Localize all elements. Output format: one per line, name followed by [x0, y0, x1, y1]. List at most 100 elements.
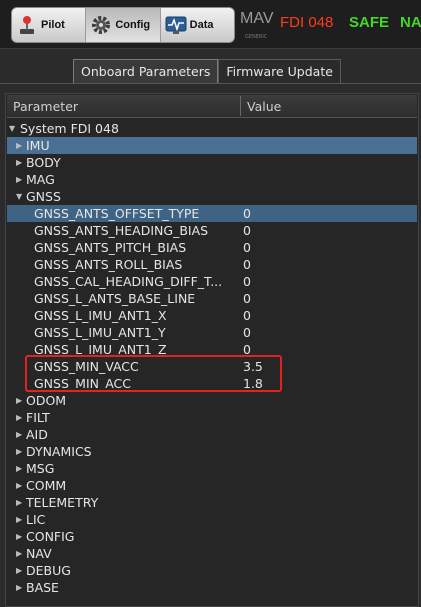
- collapsed-arrow-icon[interactable]: ▶: [16, 426, 22, 443]
- parameter-value[interactable]: 0: [243, 205, 251, 222]
- parameter-name: GNSS_CAL_HEADING_DIFF_T...: [34, 274, 223, 289]
- tree-root-node[interactable]: ▼ System FDI 048: [7, 120, 417, 137]
- tree-group-node[interactable]: ▶ TELEMETRY: [7, 494, 417, 511]
- value-column-header[interactable]: Value: [247, 99, 281, 114]
- parameter-value[interactable]: 0: [243, 307, 251, 324]
- gear-icon: [90, 14, 112, 36]
- expand-arrow-icon[interactable]: ▼: [9, 120, 15, 137]
- tree-group-node[interactable]: ▶ ODOM: [7, 392, 417, 409]
- tab-config-label: Config: [115, 19, 151, 31]
- parameter-row[interactable]: GNSS_ANTS_ROLL_BIAS 0: [7, 256, 417, 273]
- group-label: DEBUG: [26, 563, 71, 578]
- tree-group-node[interactable]: ▼ GNSS: [7, 188, 417, 205]
- parameter-value[interactable]: 0: [243, 324, 251, 341]
- top-toolbar: Pilot Config Data MAV GENERIC FDI 048 SA…: [0, 0, 421, 49]
- parameter-name: GNSS_ANTS_PITCH_BIAS: [34, 240, 187, 255]
- tree-group-node[interactable]: ▶ NAV: [7, 545, 417, 562]
- group-label: AID: [26, 427, 48, 442]
- nav-status: NA: [400, 14, 421, 31]
- tab-pilot[interactable]: Pilot: [12, 8, 87, 42]
- parameter-value[interactable]: 0: [243, 290, 251, 307]
- tree-group-node[interactable]: ▶ BODY: [7, 154, 417, 171]
- group-label: GNSS: [26, 189, 61, 204]
- sub-tab-bar: Onboard Parameters Firmware Update: [73, 59, 341, 83]
- parameter-row[interactable]: GNSS_CAL_HEADING_DIFF_T... 0: [7, 273, 417, 290]
- collapsed-arrow-icon[interactable]: ▶: [16, 477, 22, 494]
- parameter-value[interactable]: 0: [243, 222, 251, 239]
- parameter-value[interactable]: 0: [243, 239, 251, 256]
- group-label: DYNAMICS: [26, 444, 92, 459]
- collapsed-arrow-icon[interactable]: ▶: [16, 460, 22, 477]
- monitor-graph-icon: [165, 14, 187, 36]
- group-label: NAV: [26, 546, 52, 561]
- group-label: BODY: [26, 155, 61, 170]
- tree-group-node[interactable]: ▶ MAG: [7, 171, 417, 188]
- mode-tab-group: Pilot Config Data: [11, 7, 235, 43]
- parameter-row[interactable]: GNSS_ANTS_HEADING_BIAS 0: [7, 222, 417, 239]
- collapsed-arrow-icon[interactable]: ▶: [16, 545, 22, 562]
- tree-group-node[interactable]: ▶ FILT: [7, 409, 417, 426]
- collapsed-arrow-icon[interactable]: ▶: [16, 137, 22, 154]
- group-label: IMU: [26, 138, 50, 153]
- parameter-row[interactable]: GNSS_L_ANTS_BASE_LINE 0: [7, 290, 417, 307]
- expand-arrow-icon[interactable]: ▼: [16, 188, 22, 205]
- collapsed-arrow-icon[interactable]: ▶: [16, 528, 22, 545]
- tree-group-node[interactable]: ▶ DYNAMICS: [7, 443, 417, 460]
- group-label: MAG: [26, 172, 55, 187]
- parameter-name: GNSS_ANTS_HEADING_BIAS: [34, 223, 209, 238]
- tree-group-node[interactable]: ▶ MSG: [7, 460, 417, 477]
- group-label: MSG: [26, 461, 55, 476]
- collapsed-arrow-icon[interactable]: ▶: [16, 392, 22, 409]
- device-status: FDI 048: [280, 14, 334, 31]
- brand-subtitle: GENERIC: [245, 34, 268, 40]
- tree-group-node[interactable]: ▶ IMU: [7, 137, 417, 154]
- parameter-value[interactable]: 0: [243, 273, 251, 290]
- tree-group-node[interactable]: ▶ DEBUG: [7, 562, 417, 579]
- tab-data[interactable]: Data: [160, 8, 234, 42]
- parameter-name: GNSS_ANTS_ROLL_BIAS: [34, 257, 183, 272]
- parameter-name: GNSS_L_IMU_ANT1_Y: [34, 325, 166, 340]
- parameter-tree[interactable]: Parameter Value ▼ System FDI 048 ▶ IMU ▶ BODY…: [5, 93, 419, 607]
- tree-group-node[interactable]: ▶ CONFIG: [7, 528, 417, 545]
- parameter-row[interactable]: GNSS_ANTS_PITCH_BIAS 0: [7, 239, 417, 256]
- tab-data-label: Data: [189, 19, 214, 31]
- parameter-row[interactable]: GNSS_L_IMU_ANT1_Y 0: [7, 324, 417, 341]
- tab-divider: [0, 83, 421, 84]
- tree-group-node[interactable]: ▶ AID: [7, 426, 417, 443]
- red-highlight-box: [25, 355, 282, 392]
- group-label: CONFIG: [26, 529, 75, 544]
- tab-config[interactable]: Config: [86, 8, 161, 42]
- collapsed-arrow-icon[interactable]: ▶: [16, 443, 22, 460]
- parameter-row[interactable]: GNSS_ANTS_OFFSET_TYPE 0: [7, 205, 417, 222]
- joystick-icon: [16, 14, 38, 36]
- collapsed-arrow-icon[interactable]: ▶: [16, 409, 22, 426]
- collapsed-arrow-icon[interactable]: ▶: [16, 562, 22, 579]
- collapsed-arrow-icon[interactable]: ▶: [16, 171, 22, 188]
- collapsed-arrow-icon[interactable]: ▶: [16, 494, 22, 511]
- safe-status: SAFE: [349, 14, 390, 31]
- tree-header: Parameter Value: [7, 95, 417, 118]
- tab-pilot-label: Pilot: [41, 19, 65, 31]
- group-label: ODOM: [26, 393, 67, 408]
- parameter-value[interactable]: 0: [243, 256, 251, 273]
- collapsed-arrow-icon[interactable]: ▶: [16, 154, 22, 171]
- column-separator[interactable]: [240, 96, 241, 116]
- tree-group-node[interactable]: ▶ BASE: [7, 579, 417, 596]
- collapsed-arrow-icon[interactable]: ▶: [16, 579, 22, 596]
- parameter-row[interactable]: GNSS_L_IMU_ANT1_X 0: [7, 307, 417, 324]
- brand-logo-text: MAV: [240, 10, 274, 27]
- group-label: FILT: [26, 410, 50, 425]
- tree-group-node[interactable]: ▶ LIC: [7, 511, 417, 528]
- group-label: COMM: [26, 478, 67, 493]
- group-label: LIC: [26, 512, 46, 527]
- tree-group-node[interactable]: ▶ COMM: [7, 477, 417, 494]
- collapsed-arrow-icon[interactable]: ▶: [16, 511, 22, 528]
- group-label: BASE: [26, 580, 59, 595]
- tab-firmware-update[interactable]: Firmware Update: [218, 59, 341, 83]
- parameter-name: GNSS_L_ANTS_BASE_LINE: [34, 291, 196, 306]
- root-node-label: System FDI 048: [20, 121, 119, 136]
- parameter-name: GNSS_L_IMU_ANT1_X: [34, 308, 167, 323]
- parameter-column-header[interactable]: Parameter: [13, 99, 78, 114]
- group-label: TELEMETRY: [26, 495, 99, 510]
- tab-onboard-parameters[interactable]: Onboard Parameters: [73, 59, 219, 83]
